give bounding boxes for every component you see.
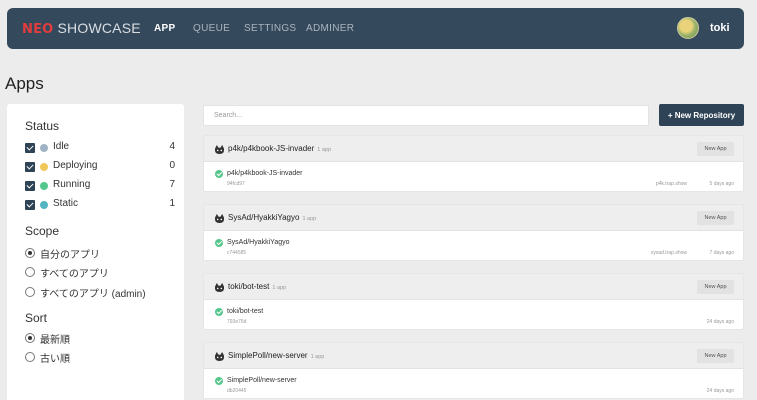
status-label: Running [53, 179, 91, 190]
app-domain[interactable]: sysad.trap.show [567, 250, 687, 256]
repository-name[interactable]: SysAd/HyakkiYagyo [228, 213, 299, 222]
repository-card: SimplePoll/new-server 1 app New App Simpl… [203, 342, 744, 399]
new-repository-button[interactable]: + New Repository [659, 104, 744, 126]
logo-showcase: SHOWCASE [57, 20, 141, 36]
scope-label: すべてのアプリ [40, 269, 109, 280]
running-status-icon [215, 377, 223, 385]
top-navbar: NEO SHOWCASE APP QUEUE SETTINGS ADMINER … [7, 8, 744, 49]
status-count: 1 [169, 198, 175, 209]
repository-name[interactable]: toki/bot-test [228, 282, 269, 291]
sort-option-newest[interactable]: 最新順 [25, 331, 175, 346]
app-logo[interactable]: NEO SHOWCASE [22, 20, 141, 37]
idle-status-icon [40, 144, 48, 152]
status-label: Static [53, 198, 79, 209]
repository-name-wrap[interactable]: SimplePoll/new-server 1 app [228, 351, 324, 360]
radio-icon[interactable] [25, 333, 35, 343]
radio-icon[interactable] [25, 287, 35, 297]
new-app-button[interactable]: New App [697, 211, 734, 225]
commit-hash: db20445 [227, 388, 247, 394]
checkbox-icon[interactable] [25, 200, 35, 210]
app-domain[interactable]: p4k.trap.show [567, 181, 687, 187]
repository-header: SimplePoll/new-server 1 app New App [204, 343, 743, 369]
status-filter-running[interactable]: Running 7 [25, 179, 175, 193]
commit-hash: 793e76d [227, 319, 247, 325]
status-filter-deploying[interactable]: Deploying 0 [25, 160, 175, 174]
nav-app[interactable]: APP [154, 23, 175, 34]
commit-hash: c744585 [227, 250, 247, 256]
nav-settings[interactable]: SETTINGS [244, 23, 296, 34]
deploying-status-icon [40, 163, 48, 171]
search-input[interactable]: Search... [203, 105, 649, 126]
scope-title: Scope [25, 224, 60, 238]
app-updated-time: 24 days ago [706, 388, 734, 394]
checkbox-icon[interactable] [25, 181, 35, 191]
status-count: 7 [169, 179, 175, 190]
running-status-icon [215, 239, 223, 247]
github-icon [215, 145, 224, 154]
status-label: Deploying [53, 160, 98, 171]
repository-name-wrap[interactable]: SysAd/HyakkiYagyo 1 app [228, 213, 316, 222]
running-status-icon [215, 308, 223, 316]
logo-neo: NEO [22, 22, 54, 37]
sort-title: Sort [25, 311, 48, 325]
app-count: 1 app [302, 216, 317, 222]
repository-card: SysAd/HyakkiYagyo 1 app New App SysAd/Hya… [203, 204, 744, 261]
repository-header: toki/bot-test 1 app New App [204, 274, 743, 300]
app-updated-time: 7 days ago [709, 250, 734, 256]
app-count: 1 app [310, 354, 325, 360]
checkbox-icon[interactable] [25, 143, 35, 153]
radio-icon[interactable] [25, 267, 35, 277]
checkbox-icon[interactable] [25, 162, 35, 172]
new-app-button[interactable]: New App [697, 349, 734, 363]
app-name[interactable]: toki/bot-test [227, 308, 263, 315]
status-title: Status [25, 119, 60, 133]
status-label: Idle [53, 141, 70, 152]
app-name[interactable]: SysAd/HyakkiYagyo [227, 239, 290, 246]
app-count: 1 app [272, 285, 287, 291]
scope-label: すべてのアプリ (admin) [40, 289, 146, 300]
app-name[interactable]: SimplePoll/new-server [227, 377, 297, 384]
app-count: 1 app [317, 147, 332, 153]
github-icon [215, 283, 224, 292]
repository-name[interactable]: SimplePoll/new-server [228, 351, 308, 360]
new-app-button[interactable]: New App [697, 280, 734, 294]
running-status-icon [215, 170, 223, 178]
sort-label: 古い順 [40, 354, 70, 365]
scope-label: 自分のアプリ [40, 250, 100, 261]
sort-option-oldest[interactable]: 古い順 [25, 350, 175, 365]
repository-card: toki/bot-test 1 app New App toki/bot-test… [203, 273, 744, 330]
status-count: 0 [169, 160, 175, 171]
github-icon [215, 214, 224, 223]
status-filter-static[interactable]: Static 1 [25, 198, 175, 212]
user-avatar[interactable] [677, 17, 699, 39]
scope-option-all-admin[interactable]: すべてのアプリ (admin) [25, 285, 175, 300]
page-title: Apps [5, 74, 44, 93]
status-filter-idle[interactable]: Idle 4 [25, 141, 175, 155]
radio-icon[interactable] [25, 248, 35, 258]
sort-label: 最新順 [40, 335, 70, 346]
new-app-button[interactable]: New App [697, 142, 734, 156]
repository-name-wrap[interactable]: p4k/p4kbook-JS-invader 1 app [228, 144, 331, 153]
app-updated-time: 5 days ago [709, 181, 734, 187]
radio-icon[interactable] [25, 352, 35, 362]
running-status-icon [40, 182, 48, 190]
nav-adminer[interactable]: ADMINER [306, 23, 354, 34]
nav-queue[interactable]: QUEUE [193, 23, 230, 34]
app-name[interactable]: p4k/p4kbook-JS-invader [227, 170, 303, 177]
repository-header: SysAd/HyakkiYagyo 1 app New App [204, 205, 743, 231]
repository-card: p4k/p4kbook-JS-invader 1 app New App p4k/… [203, 135, 744, 192]
scope-option-mine[interactable]: 自分のアプリ [25, 246, 175, 261]
repository-name[interactable]: p4k/p4kbook-JS-invader [228, 144, 314, 153]
user-name[interactable]: toki [710, 22, 730, 34]
static-status-icon [40, 201, 48, 209]
repository-name-wrap[interactable]: toki/bot-test 1 app [228, 282, 286, 291]
commit-hash: 94fcd97 [227, 181, 245, 187]
app-updated-time: 24 days ago [706, 319, 734, 325]
scope-option-all[interactable]: すべてのアプリ [25, 265, 175, 280]
github-icon [215, 352, 224, 361]
filter-sidebar: Status Idle 4 Deploying 0 Running 7 Stat… [7, 104, 184, 400]
repository-header: p4k/p4kbook-JS-invader 1 app New App [204, 136, 743, 162]
status-count: 4 [169, 141, 175, 152]
